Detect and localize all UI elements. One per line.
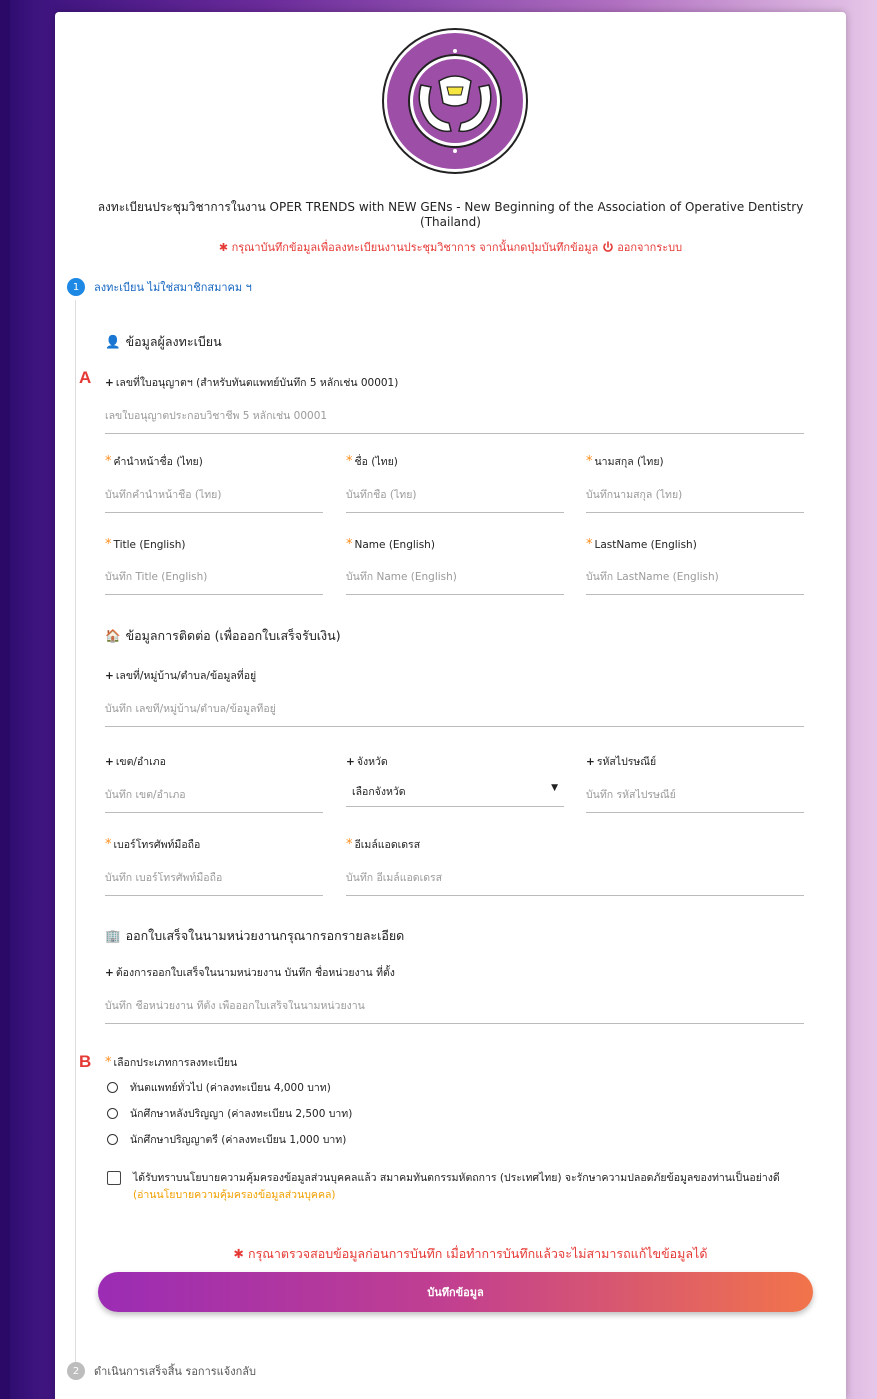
save-button[interactable]: บันทึกข้อมูล [98, 1272, 813, 1312]
power-icon[interactable] [602, 241, 614, 253]
radio-option-postgrad[interactable]: นักศึกษาหลังปริญญา (ค่าลงทะเบียน 2,500 บ… [107, 1100, 352, 1126]
logout-link[interactable]: ออกจากระบบ [617, 241, 682, 254]
prefix-th-field: * คำนำหน้าชื่อ (ไทย) [105, 453, 323, 513]
lastname-en-input[interactable] [586, 570, 804, 595]
registration-card: ลงทะเบียนประชุมวิชาการในงาน OPER TRENDS … [55, 12, 846, 1399]
radio-button[interactable] [107, 1107, 118, 1119]
email-input[interactable] [346, 871, 804, 896]
email-field: * อีเมล์แอดเดรส [346, 836, 804, 896]
section-receipt: 🏢 ออกใบเสร็จในนามหน่วยงานกรุณากรอกรายละเอ… [105, 928, 405, 943]
name-en-input[interactable] [346, 570, 564, 595]
consent-checkbox[interactable] [107, 1171, 121, 1185]
radio-option-undergrad[interactable]: นักศึกษาปริญญาตรี (ค่าลงทะเบียน 1,000 บา… [107, 1126, 352, 1152]
phone-field: * เบอร์โทรศัพท์มือถือ [105, 836, 323, 896]
name-en-field: * Name (English) [346, 537, 564, 595]
header-warning: ✱ กรุณาบันทึกข้อมูลเพื่อลงทะเบียนงานประช… [218, 241, 683, 254]
title-en-field: * Title (English) [105, 537, 323, 595]
step-number: 2 [67, 1362, 85, 1380]
title-en-input[interactable] [105, 570, 323, 595]
radio-button[interactable] [107, 1133, 118, 1145]
bottom-warning: ✱ กรุณาตรวจสอบข้อมูลก่อนการบันทึก เมื่อท… [233, 1246, 708, 1261]
association-logo [382, 28, 528, 174]
prefix-th-input[interactable] [105, 488, 323, 513]
license-field: + เลขที่ใบอนุญาตฯ (สำหรับทันตแพทย์บันทึก … [105, 374, 804, 434]
radio-option-general[interactable]: ทันตแพทย์ทั่วไป (ค่าลงทะเบียน 4,000 บาท) [107, 1074, 352, 1100]
org-field: + ต้องการออกใบเสร็จในนามหน่วยงาน บันทึก ช… [105, 964, 804, 1024]
postcode-input[interactable] [586, 788, 804, 813]
page-title: ลงทะเบียนประชุมวิชาการในงาน OPER TRENDS … [97, 200, 804, 229]
section-contact: 🏠 ข้อมูลการติดต่อ (เพื่อออกใบเสร็จรับเงิน… [105, 628, 341, 643]
user-icon: 👤 [105, 334, 121, 349]
step-label: ดำเนินการเสร็จสิ้น รอการแจ้งกลับ [94, 1365, 256, 1378]
postcode-field: + รหัสไปรษณีย์ [586, 753, 804, 813]
radio-button[interactable] [107, 1081, 118, 1093]
step-number: 1 [67, 278, 85, 296]
consent-row: ได้รับทราบนโยบายความคุ้มครองข้อมูลส่วนบุ… [107, 1170, 827, 1204]
org-input[interactable] [105, 999, 804, 1024]
privacy-policy-link[interactable]: (อ่านนโยบายความคุ้มครองข้อมูลส่วนบุคคล) [133, 1187, 780, 1204]
step-label: ลงทะเบียน ไม่ใช่สมาชิกสมาคม ฯ [94, 281, 252, 294]
district-field: + เขต/อำเภอ [105, 753, 323, 813]
province-select[interactable]: เลือกจังหวัด ▼ [346, 783, 564, 807]
lastname-th-input[interactable] [586, 488, 804, 513]
province-field: + จังหวัด เลือกจังหวัด ▼ [346, 753, 564, 807]
step-1[interactable]: 1 ลงทะเบียน ไม่ใช่สมาชิกสมาคม ฯ [67, 278, 252, 296]
asterisk-icon: ✱ [233, 1246, 248, 1261]
name-th-field: * ชื่อ (ไทย) [346, 453, 564, 513]
home-icon: 🏠 [105, 628, 121, 643]
marker-a: A [79, 368, 92, 387]
address-field: + เลขที่/หมู่บ้าน/ตำบล/ข้อมูลที่อยู่ [105, 667, 804, 727]
lastname-en-field: * LastName (English) [586, 537, 804, 595]
marker-b: B [79, 1052, 92, 1071]
district-input[interactable] [105, 788, 323, 813]
building-icon: 🏢 [105, 928, 121, 943]
background-stripe [0, 0, 10, 1399]
step-line [75, 300, 76, 1362]
lastname-th-field: * นามสกุล (ไทย) [586, 453, 804, 513]
license-input[interactable] [105, 409, 804, 434]
asterisk-icon: ✱ [218, 241, 232, 254]
address-input[interactable] [105, 702, 804, 727]
phone-input[interactable] [105, 871, 323, 896]
name-th-input[interactable] [346, 488, 564, 513]
chevron-down-icon: ▼ [551, 783, 558, 793]
section-registrant: 👤 ข้อมูลผู้ลงทะเบียน [105, 334, 222, 349]
license-label: + เลขที่ใบอนุญาตฯ (สำหรับทันตแพทย์บันทึก … [105, 377, 399, 389]
consent-text: ได้รับทราบนโยบายความคุ้มครองข้อมูลส่วนบุ… [133, 1172, 780, 1184]
step-2[interactable]: 2 ดำเนินการเสร็จสิ้น รอการแจ้งกลับ [67, 1362, 256, 1380]
registration-type-radios: ทันตแพทย์ทั่วไป (ค่าลงทะเบียน 4,000 บาท)… [107, 1074, 352, 1152]
